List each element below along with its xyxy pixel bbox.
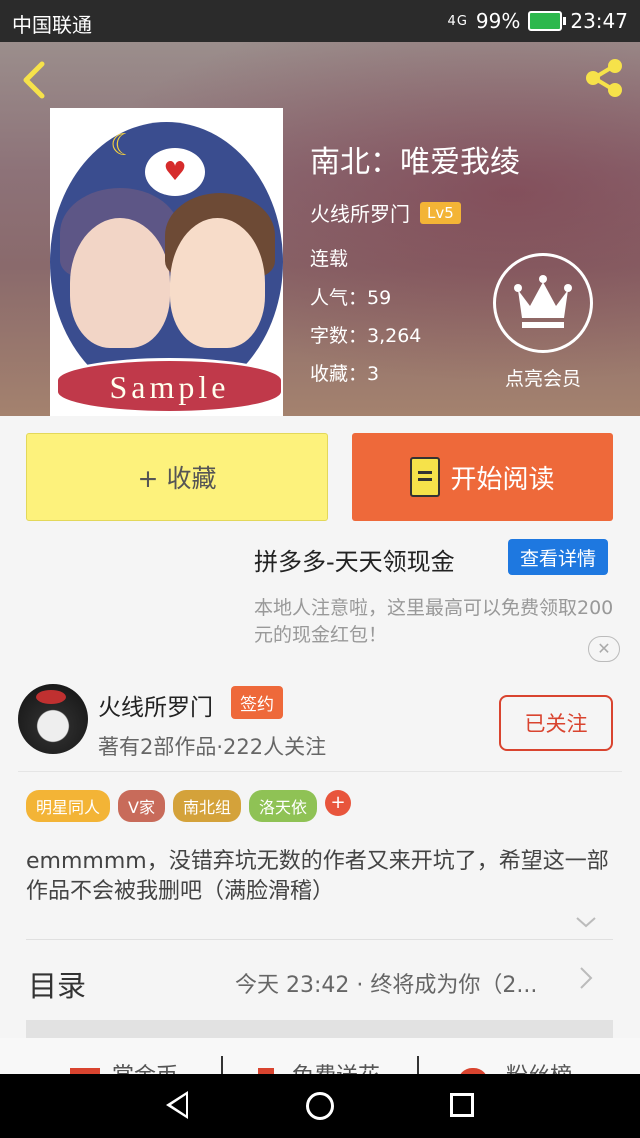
status-icons: 4G 99% 23:47 bbox=[448, 9, 628, 33]
clock: 23:47 bbox=[570, 9, 628, 33]
chevron-left-icon bbox=[23, 61, 45, 99]
tag[interactable]: 南北组 bbox=[172, 790, 241, 822]
serial-status: 连载 bbox=[310, 248, 349, 270]
tag-list: 明星同人 V家 南北组 洛天依 + bbox=[26, 790, 351, 822]
author-line: 火线所罗门 Lv5 bbox=[310, 198, 461, 227]
cover-sample-text: Sample bbox=[109, 369, 230, 405]
divider bbox=[221, 1056, 223, 1076]
toc-label[interactable]: 目录 bbox=[28, 963, 86, 1005]
start-reading-label: 开始阅读 bbox=[450, 464, 555, 495]
book-description: emmmmm，没错弃坑无数的作者又来开坑了，希望这一部作品不会被我删吧（满脸滑稽… bbox=[26, 849, 609, 904]
ad-close-icon[interactable]: ✕ bbox=[588, 636, 620, 662]
divider bbox=[26, 939, 613, 940]
tag[interactable]: 洛天依 bbox=[248, 790, 317, 822]
battery-icon bbox=[528, 11, 567, 31]
share-button[interactable] bbox=[580, 56, 628, 100]
author-link[interactable]: 火线所罗门 bbox=[310, 198, 410, 227]
book-title: 南北：唯爱我绫 bbox=[310, 145, 520, 180]
chevron-right-icon[interactable] bbox=[578, 965, 594, 997]
signal-icon: 4G bbox=[447, 13, 468, 29]
divider bbox=[18, 771, 622, 772]
ad-title[interactable]: 拼多多-天天领现金 bbox=[254, 542, 455, 577]
vip-button[interactable] bbox=[493, 253, 593, 353]
tag[interactable]: 明星同人 bbox=[26, 790, 111, 822]
section-separator bbox=[26, 1020, 613, 1038]
favorites-stat: 收藏：3 bbox=[310, 363, 380, 385]
add-tag-button[interactable]: + bbox=[325, 790, 351, 816]
tag[interactable]: V家 bbox=[118, 790, 165, 822]
start-reading-button[interactable]: 开始阅读 bbox=[352, 433, 613, 521]
nav-back-icon-inner bbox=[171, 1095, 186, 1115]
heart-icon: ♥ bbox=[145, 148, 205, 196]
crown-icon bbox=[514, 275, 572, 328]
divider bbox=[417, 1056, 419, 1076]
cover-banner: Sample bbox=[55, 358, 283, 414]
book-icon bbox=[410, 457, 441, 497]
cover-face-right bbox=[170, 218, 265, 348]
level-badge: Lv5 bbox=[420, 201, 461, 224]
moon-icon: ☾ bbox=[110, 128, 137, 163]
ad-description: 本地人注意啦，这里最高可以免费领取200元的现金红包！ bbox=[254, 597, 614, 646]
carrier-label: 中国联通 bbox=[12, 13, 92, 37]
popularity-stat: 人气：59 bbox=[310, 287, 392, 309]
status-bar: 中国联通 4G 99% 23:47 bbox=[0, 0, 640, 42]
battery-percent: 99% bbox=[475, 9, 521, 33]
word-count-stat: 字数：3,264 bbox=[310, 325, 422, 347]
share-icon bbox=[586, 59, 622, 97]
vip-label: 点亮会员 bbox=[504, 368, 581, 390]
latest-chapter[interactable]: 今天 23:42 · 终将成为你（2... bbox=[235, 967, 575, 999]
back-button[interactable] bbox=[16, 58, 56, 99]
signed-badge: 签约 bbox=[231, 686, 283, 719]
book-cover[interactable]: ☾ ♥ Sample bbox=[50, 108, 283, 416]
chevron-down-icon[interactable] bbox=[574, 910, 598, 934]
author-meta: 著有2部作品·222人关注 bbox=[98, 735, 327, 759]
nav-recent-icon[interactable] bbox=[450, 1093, 474, 1117]
favorite-button[interactable]: + 收藏 bbox=[26, 433, 328, 521]
author-name[interactable]: 火线所罗门 bbox=[98, 688, 213, 722]
follow-button[interactable]: 已关注 bbox=[499, 695, 613, 751]
nav-home-icon[interactable] bbox=[306, 1092, 334, 1120]
ad-details-button[interactable]: 查看详情 bbox=[508, 539, 608, 575]
cover-face-left bbox=[70, 218, 170, 348]
author-avatar[interactable] bbox=[18, 684, 88, 754]
